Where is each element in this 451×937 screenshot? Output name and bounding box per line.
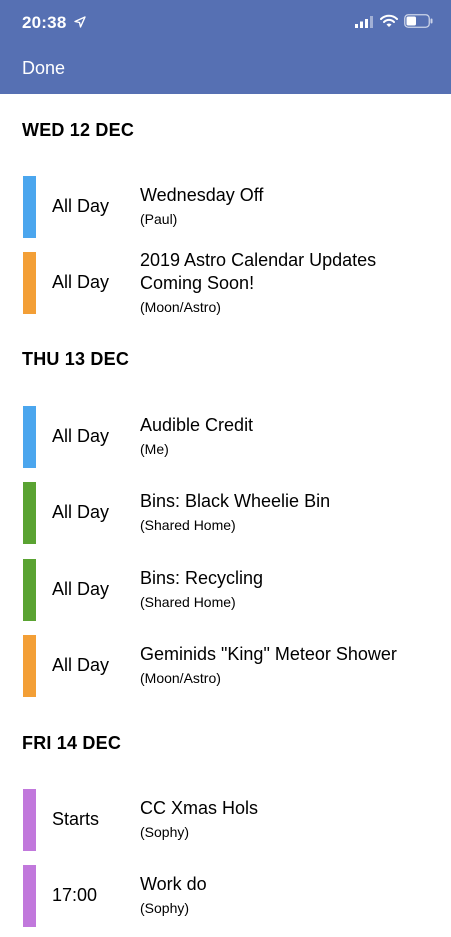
event-time: All Day xyxy=(52,196,110,216)
event-time: All Day xyxy=(52,579,110,599)
event-row[interactable]: Starts CC Xmas Hols (Sophy) xyxy=(0,789,451,851)
wifi-icon xyxy=(380,14,398,27)
day-header: THU 13 DEC xyxy=(22,349,130,369)
event-time: All Day xyxy=(52,426,110,446)
event-row[interactable]: All Day Wednesday Off (Paul) xyxy=(0,176,451,238)
event-title: Work do xyxy=(140,874,207,894)
calendar-color-bar xyxy=(23,635,36,697)
location-arrow-icon xyxy=(74,16,86,28)
event-title: 2019 Astro Calendar Updates Coming Soon! xyxy=(140,250,377,293)
calendar-color-bar xyxy=(23,482,36,544)
top-bar: 20:38 Done xyxy=(0,0,451,94)
calendar-color-bar xyxy=(23,559,36,621)
event-title: Audible Credit xyxy=(140,415,254,435)
event-calendar: (Moon/Astro) xyxy=(140,299,221,315)
status-time: 20:38 xyxy=(22,13,67,32)
event-title: CC Xmas Hols xyxy=(140,798,259,818)
event-row[interactable]: All Day 2019 Astro Calendar Updates Comi… xyxy=(0,250,451,315)
event-row[interactable]: All Day Geminids "King" Meteor Shower (M… xyxy=(0,635,451,697)
day-header: FRI 14 DEC xyxy=(22,733,122,753)
done-button[interactable]: Done xyxy=(22,58,65,79)
event-title: Geminids "King" Meteor Shower xyxy=(140,644,397,664)
event-calendar: (Shared Home) xyxy=(140,517,236,533)
event-row[interactable]: All Day Bins: Recycling (Shared Home) xyxy=(0,559,451,621)
event-calendar: (Sophy) xyxy=(140,824,190,840)
event-time: All Day xyxy=(52,655,110,675)
event-row[interactable]: All Day Bins: Black Wheelie Bin (Shared … xyxy=(0,482,451,544)
event-time: All Day xyxy=(52,272,110,292)
event-row[interactable]: 17:00 Work do (Sophy) xyxy=(0,865,451,927)
calendar-color-bar xyxy=(23,865,36,927)
event-calendar: (Shared Home) xyxy=(140,594,236,610)
calendar-color-bar xyxy=(23,406,36,468)
calendar-color-bar xyxy=(23,176,36,238)
event-time: All Day xyxy=(52,502,110,522)
event-title: Wednesday Off xyxy=(140,185,264,205)
event-time: Starts xyxy=(52,809,100,829)
calendar-color-bar xyxy=(23,789,36,851)
battery-icon xyxy=(404,14,433,28)
signal-icon xyxy=(355,16,373,28)
event-time: 17:00 xyxy=(52,885,98,905)
event-row[interactable]: All Day Audible Credit (Me) xyxy=(0,406,451,468)
day-header: WED 12 DEC xyxy=(22,120,135,140)
calendar-color-bar xyxy=(23,252,36,314)
event-title: Bins: Black Wheelie Bin xyxy=(140,491,331,511)
event-calendar: (Me) xyxy=(140,441,169,457)
event-calendar: (Paul) xyxy=(140,211,178,227)
event-calendar: (Moon/Astro) xyxy=(140,670,221,686)
event-calendar: (Sophy) xyxy=(140,900,190,916)
event-title: Bins: Recycling xyxy=(140,568,264,588)
